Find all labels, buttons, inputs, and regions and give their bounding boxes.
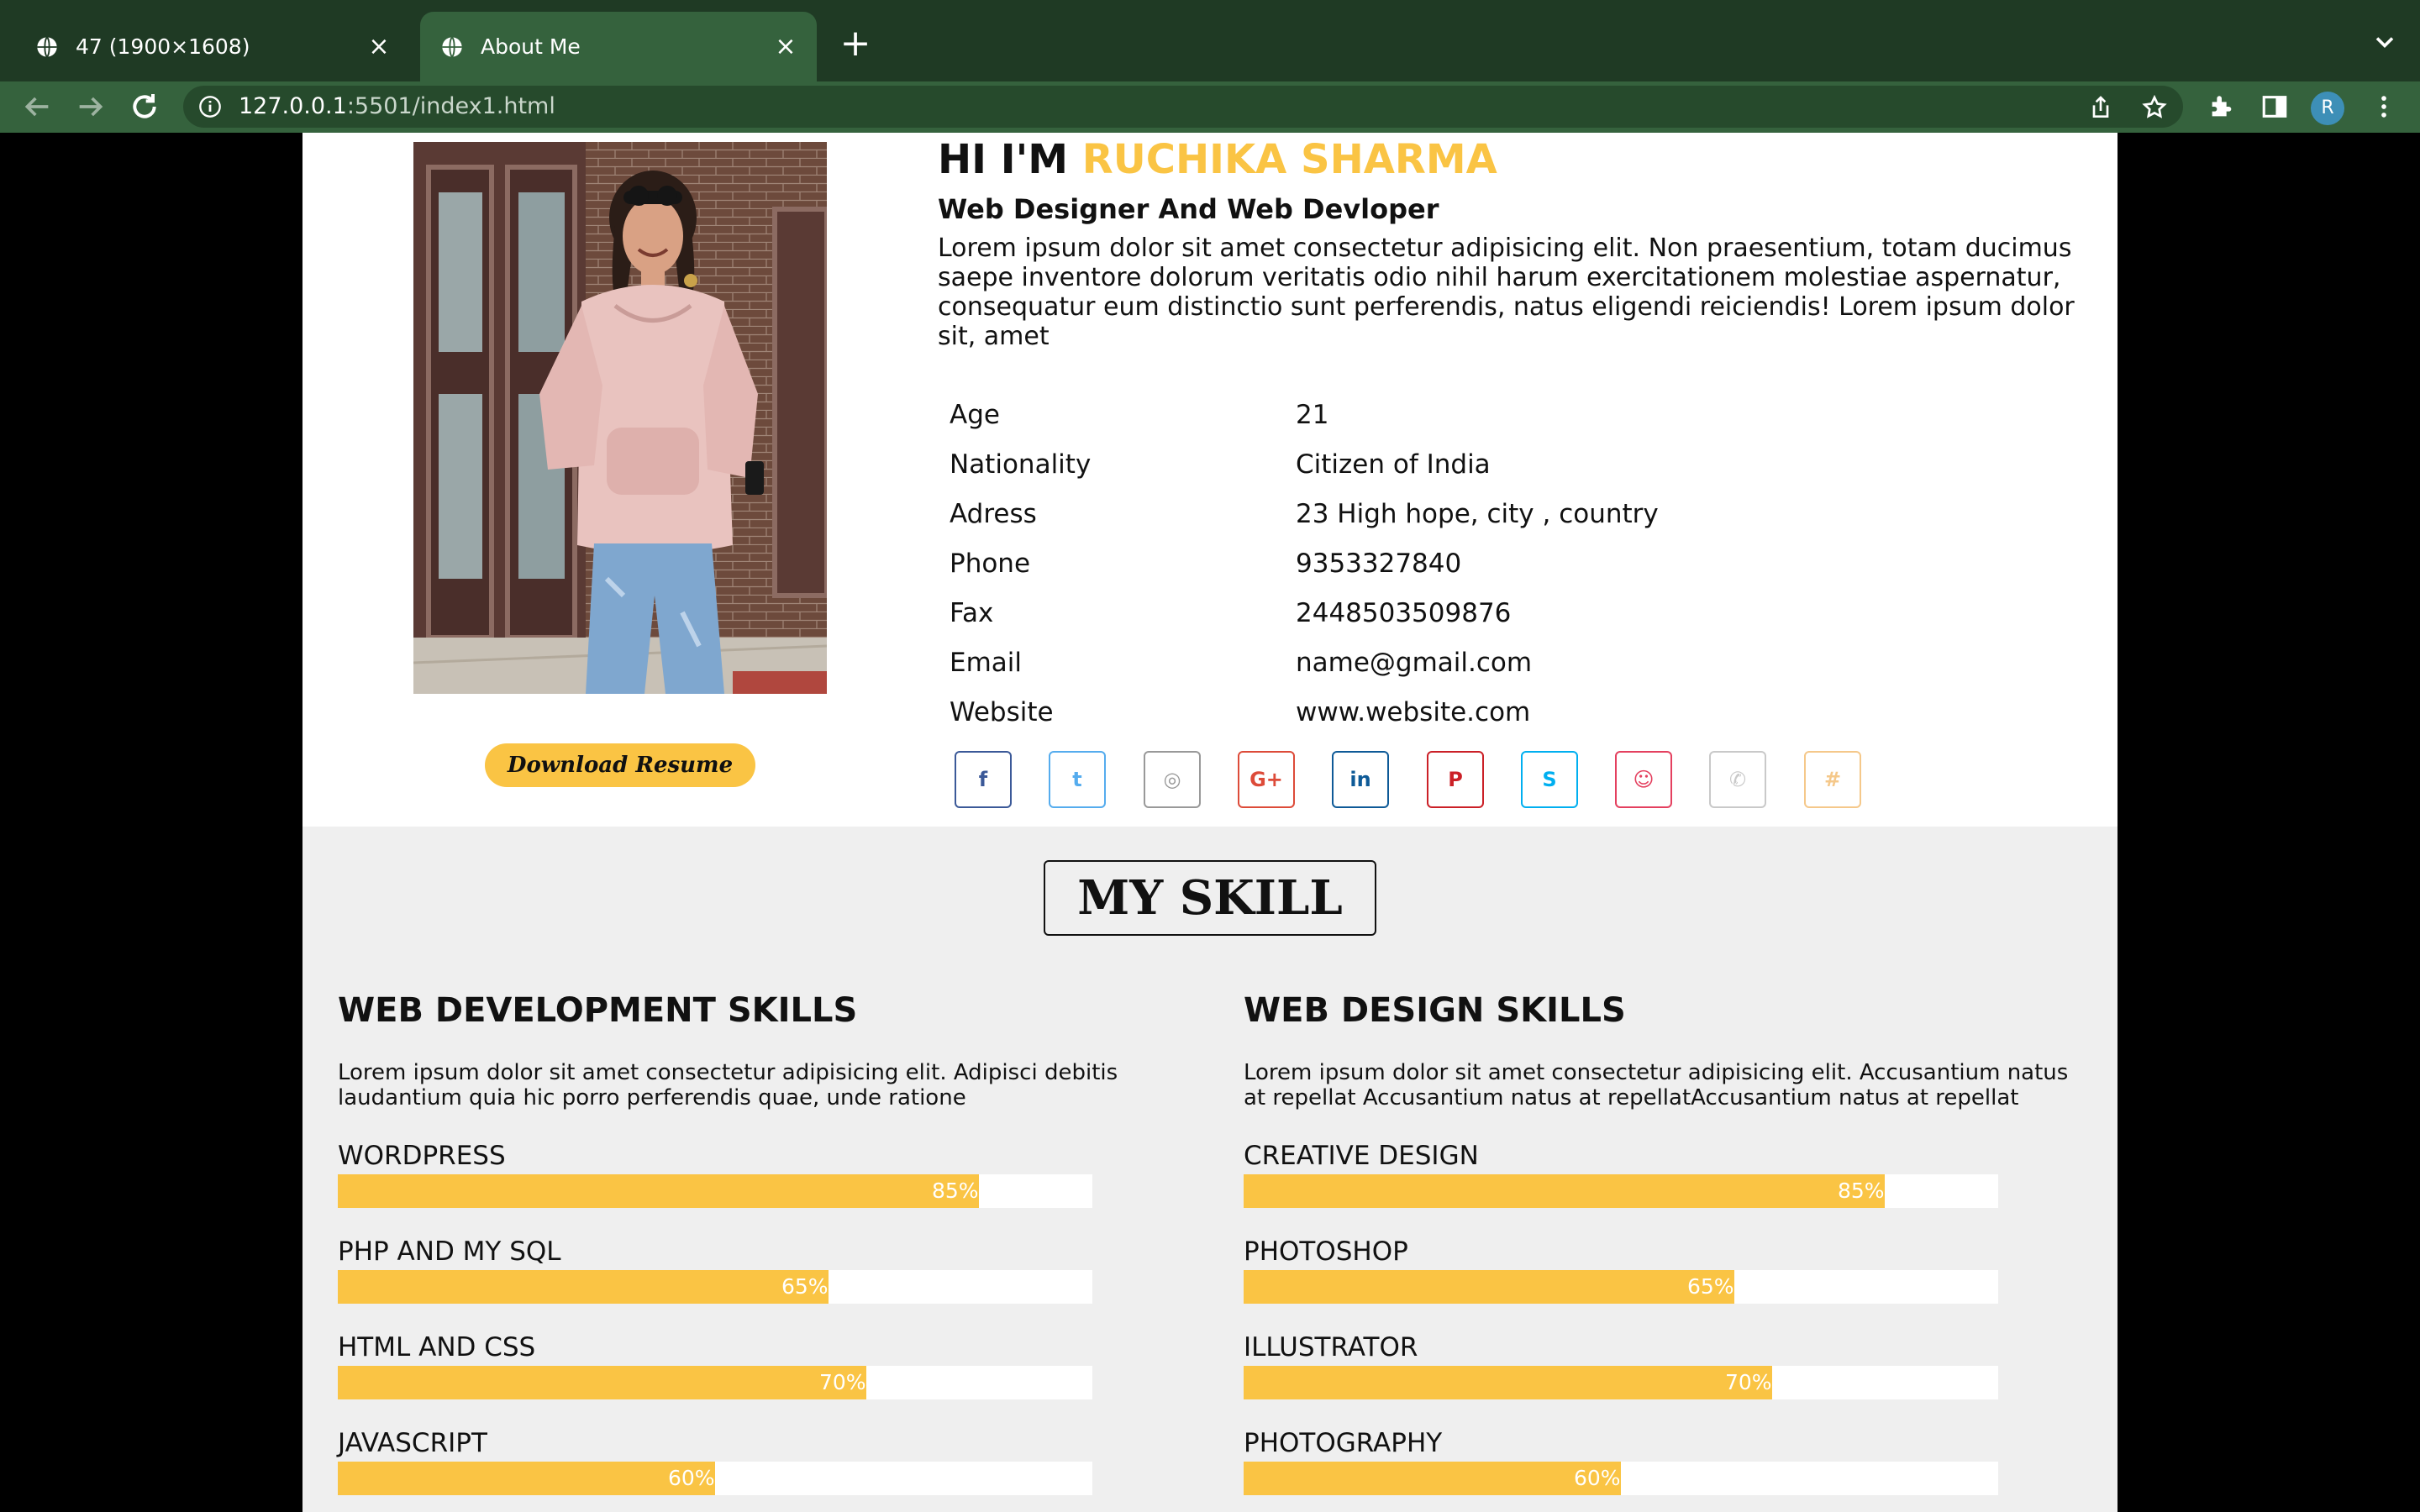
share-icon[interactable] [2087,94,2114,121]
detail-value: 2448503509876 [1296,598,1512,628]
hero-role: Web Designer And Web Devloper [938,193,1439,225]
close-tab-icon[interactable]: × [366,34,392,60]
url-host: 127.0.0.1 [239,93,347,119]
tab-image-preview[interactable]: 47 (1900×1608) × [15,12,410,81]
skill-progress-fill [1244,1366,1772,1399]
skill-progress-track: 70% [338,1366,1092,1399]
detail-value: name@gmail.com [1296,648,1533,678]
skill-label: PHOTOGRAPHY [1244,1428,1443,1458]
linkedin-icon[interactable]: in [1332,751,1389,808]
skill-percent-label: 65% [781,1274,829,1299]
detail-key: Nationality [950,449,1092,480]
skill-progress-fill [338,1174,979,1208]
detail-key: Fax [950,598,994,628]
reload-icon[interactable] [128,90,161,123]
back-arrow-icon[interactable] [20,90,54,123]
google-plus-icon[interactable]: G+ [1238,751,1295,808]
detail-value: www.website.com [1296,697,1531,727]
detail-key: Website [950,697,1054,727]
forward-arrow-icon[interactable] [74,90,108,123]
skill-progress-fill [1244,1270,1734,1304]
skill-label: JAVASCRIPT [338,1428,487,1458]
browser-tab-strip: 47 (1900×1608) × About Me × + [0,0,2420,81]
skill-progress-fill [1244,1174,1885,1208]
skill-label: CREATIVE DESIGN [1244,1141,1479,1171]
url-text: 127.0.0.1:5501/index1.html [239,93,555,119]
detail-key: Age [950,400,1000,430]
twitter-icon[interactable]: t [1049,751,1106,808]
profile-avatar[interactable]: R [2311,92,2344,125]
skill-progress-fill [338,1462,715,1495]
globe-icon [37,36,57,57]
side-panel-icon[interactable] [2260,92,2289,121]
skill-percent-label: 60% [1574,1466,1621,1490]
skill-progress-fill [338,1270,829,1304]
skill-progress-track: 85% [338,1174,1092,1208]
new-tab-button[interactable]: + [837,25,874,62]
hero-intro: Lorem ipsum dolor sit amet consectetur a… [938,234,2075,351]
tab-about-me[interactable]: About Me × [420,12,817,81]
facebook-icon[interactable]: f [955,751,1012,808]
instagram-icon[interactable]: ◎ [1144,751,1201,808]
skill-progress-track: 65% [1244,1270,1998,1304]
detail-key: Adress [950,499,1037,529]
snapchat-icon[interactable]: ☺ [1615,751,1672,808]
globe-icon [442,36,462,57]
greeting-text: HI I'M [938,136,1069,183]
skill-percent-label: 65% [1687,1274,1734,1299]
skill-label: PHP AND MY SQL [338,1236,561,1267]
skill-percent-label: 70% [1725,1370,1772,1394]
skill-progress-fill [1244,1462,1621,1495]
skill-percent-label: 60% [668,1466,715,1490]
close-tab-icon[interactable]: × [773,34,798,60]
hero-name: RUCHIKA SHARMA [1081,136,1497,183]
hero-heading: HI I'M RUCHIKA SHARMA [938,136,1497,183]
skill-progress-track: 65% [338,1270,1092,1304]
detail-value: 23 High hope, city , country [1296,499,1659,529]
tab-search-chevron-icon[interactable] [2370,27,2400,57]
skill-label: PHOTOSHOP [1244,1236,1408,1267]
slack-icon[interactable]: # [1804,751,1861,808]
browser-toolbar: 127.0.0.1:5501/index1.html R [0,81,2420,133]
skill-label: ILLUSTRATOR [1244,1332,1418,1362]
whatsapp-icon[interactable]: ✆ [1709,751,1766,808]
detail-value: 9353327840 [1296,549,1462,579]
about-me-page: Download Resume HI I'M RUCHIKA SHARMA We… [302,133,2118,1512]
web-design-skills-heading: WEB DESIGN SKILLS [1244,991,1626,1030]
skill-progress-track: 70% [1244,1366,1998,1399]
skill-percent-label: 70% [819,1370,866,1394]
web-development-skills-desc: Lorem ipsum dolor sit amet consectetur a… [338,1060,1118,1110]
profile-photo [413,142,827,694]
skill-progress-fill [338,1366,866,1399]
extensions-puzzle-icon[interactable] [2207,92,2236,121]
detail-key: Phone [950,549,1031,579]
skill-label: HTML AND CSS [338,1332,536,1362]
skill-progress-track: 60% [338,1462,1092,1495]
skill-progress-track: 85% [1244,1174,1998,1208]
bookmark-star-icon[interactable] [2141,94,2168,121]
kebab-menu-icon[interactable] [2370,92,2398,121]
skype-icon[interactable]: S [1521,751,1578,808]
download-resume-button[interactable]: Download Resume [485,743,755,787]
site-info-icon[interactable] [198,95,222,118]
skills-title: MY SKILL [1044,860,1376,936]
address-bar[interactable]: 127.0.0.1:5501/index1.html [183,86,2183,128]
url-path: :5501/index1.html [346,93,555,119]
pinterest-icon[interactable]: P [1427,751,1484,808]
skill-percent-label: 85% [1838,1179,1885,1203]
detail-value: Citizen of India [1296,449,1491,480]
detail-value: 21 [1296,400,1329,430]
detail-key: Email [950,648,1023,678]
web-development-skills-heading: WEB DEVELOPMENT SKILLS [338,991,858,1030]
skill-label: WORDPRESS [338,1141,506,1171]
skill-progress-track: 60% [1244,1462,1998,1495]
tab-title: About Me [481,34,581,59]
web-design-skills-desc: Lorem ipsum dolor sit amet consectetur a… [1244,1060,2069,1110]
skill-percent-label: 85% [932,1179,979,1203]
tab-title: 47 (1900×1608) [76,34,250,59]
